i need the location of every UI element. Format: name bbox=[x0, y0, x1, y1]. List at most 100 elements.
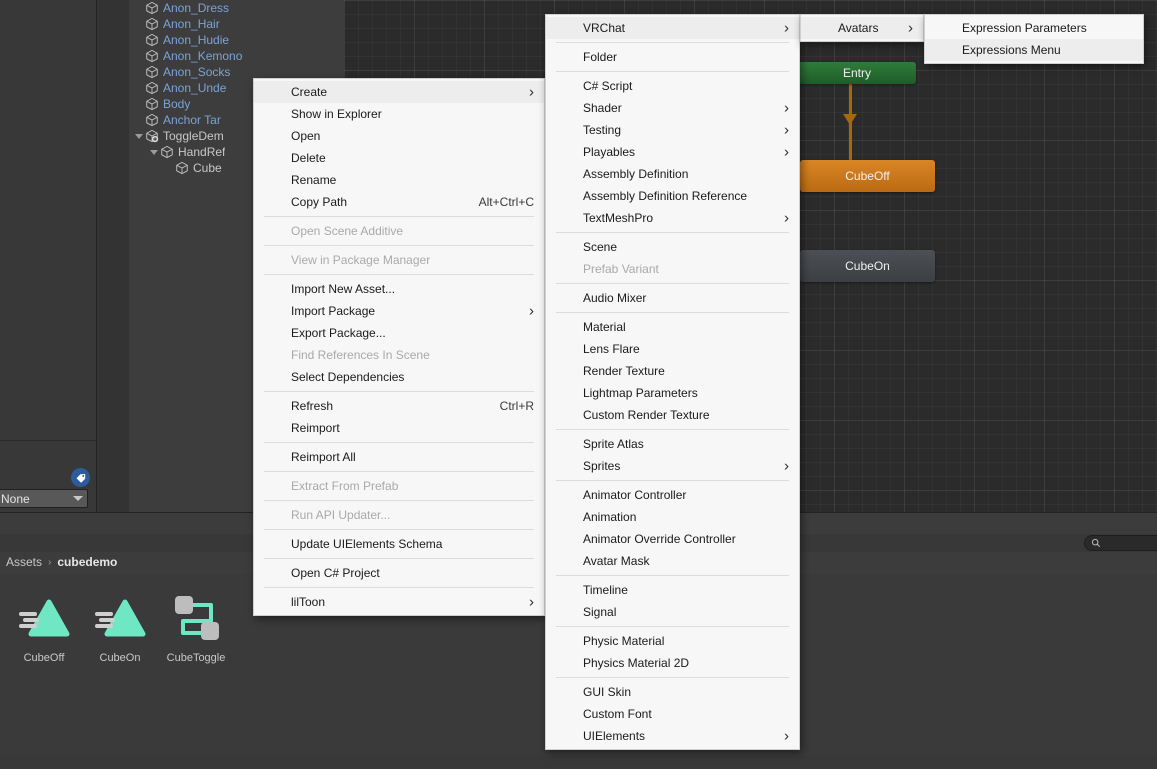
menu-item[interactable]: TextMeshPro › bbox=[546, 207, 799, 229]
menu-item[interactable]: Playables › bbox=[546, 141, 799, 163]
cube-icon bbox=[145, 33, 159, 47]
menu-separator bbox=[556, 42, 789, 43]
menu-item[interactable]: Expression Parameters bbox=[925, 17, 1143, 39]
menu-item[interactable]: Testing › bbox=[546, 119, 799, 141]
menu-item-label: Export Package... bbox=[291, 326, 386, 340]
menu-item[interactable]: Avatar Mask bbox=[546, 550, 799, 572]
hierarchy-item[interactable]: Anon_Kemono bbox=[129, 48, 344, 64]
asset-item[interactable]: CubeOn bbox=[82, 588, 158, 664]
menu-item[interactable]: Sprite Atlas bbox=[546, 433, 799, 455]
menu-item-label: GUI Skin bbox=[583, 685, 632, 699]
menu-item[interactable]: Delete bbox=[254, 147, 544, 169]
search-input[interactable] bbox=[1084, 535, 1157, 551]
context-menu-avatars[interactable]: Expression Parameters Expressions Menu bbox=[924, 14, 1144, 64]
menu-item-label: Copy Path bbox=[291, 195, 348, 209]
menu-item[interactable]: Animator Controller bbox=[546, 484, 799, 506]
asset-item[interactable]: CubeToggle bbox=[158, 588, 234, 664]
asset-label: CubeToggle bbox=[166, 652, 226, 664]
hierarchy-item-label: Anon_Socks bbox=[163, 65, 231, 79]
animation-clip-icon bbox=[15, 588, 73, 646]
menu-separator bbox=[556, 71, 789, 72]
menu-separator bbox=[264, 587, 534, 588]
context-menu-assets[interactable]: Create › Show in Explorer Open Delete Rename C… bbox=[253, 78, 545, 616]
menu-item[interactable]: Audio Mixer bbox=[546, 287, 799, 309]
menu-item[interactable]: Timeline bbox=[546, 579, 799, 601]
menu-item[interactable]: Export Package... bbox=[254, 322, 544, 344]
menu-item[interactable]: Assembly Definition Reference bbox=[546, 185, 799, 207]
menu-item[interactable]: Custom Font bbox=[546, 703, 799, 725]
foldout-spacer bbox=[133, 112, 145, 128]
menu-item-label: Playables bbox=[583, 145, 636, 159]
context-menu-create[interactable]: VRChat › Folder C# Script Shader › Testing › Pla… bbox=[545, 14, 800, 750]
chevron-right-icon: › bbox=[784, 457, 789, 475]
menu-item-label: Show in Explorer bbox=[291, 107, 382, 121]
menu-separator bbox=[264, 216, 534, 217]
menu-item[interactable]: Lightmap Parameters bbox=[546, 382, 799, 404]
context-menu-vrchat[interactable]: Avatars › bbox=[800, 14, 924, 42]
foldout-expanded-icon[interactable] bbox=[133, 128, 145, 144]
project-asset-area[interactable]: CubeOff CubeOn CubeToggle bbox=[0, 574, 253, 756]
menu-item[interactable]: lilToon › bbox=[254, 591, 544, 613]
breadcrumb[interactable]: Assets › cubedemo bbox=[6, 555, 117, 569]
breadcrumb-separator-icon: › bbox=[48, 556, 52, 568]
menu-item-label: Delete bbox=[291, 151, 326, 165]
menu-item[interactable]: Avatars › bbox=[801, 17, 923, 39]
menu-item: Run API Updater... bbox=[254, 504, 544, 526]
animator-node-cubeon[interactable]: CubeOn bbox=[800, 250, 935, 282]
menu-item[interactable]: Shader › bbox=[546, 97, 799, 119]
menu-item[interactable]: Reimport All bbox=[254, 446, 544, 468]
menu-item[interactable]: Reimport bbox=[254, 417, 544, 439]
menu-item[interactable]: Custom Render Texture bbox=[546, 404, 799, 426]
menu-item[interactable]: Folder bbox=[546, 46, 799, 68]
layer-dropdown[interactable]: None bbox=[0, 489, 88, 508]
hierarchy-item[interactable]: Anon_Hudie bbox=[129, 32, 344, 48]
menu-separator bbox=[556, 626, 789, 627]
chevron-down-icon bbox=[73, 496, 83, 501]
menu-item[interactable]: GUI Skin bbox=[546, 681, 799, 703]
menu-item[interactable]: VRChat › bbox=[546, 17, 799, 39]
menu-item-label: Run API Updater... bbox=[291, 508, 391, 522]
menu-item[interactable]: Create › bbox=[254, 81, 544, 103]
breadcrumb-root[interactable]: Assets bbox=[6, 555, 42, 569]
menu-item[interactable]: Lens Flare bbox=[546, 338, 799, 360]
menu-item[interactable]: Refresh Ctrl+R bbox=[254, 395, 544, 417]
menu-item[interactable]: C# Script bbox=[546, 75, 799, 97]
menu-item[interactable]: Open C# Project bbox=[254, 562, 544, 584]
menu-item[interactable]: Import Package › bbox=[254, 300, 544, 322]
menu-item[interactable]: Signal bbox=[546, 601, 799, 623]
animator-node-cubeoff[interactable]: CubeOff bbox=[800, 160, 935, 192]
inspector-panel[interactable]: None bbox=[0, 0, 97, 512]
menu-item[interactable]: Show in Explorer bbox=[254, 103, 544, 125]
menu-item[interactable]: Animation bbox=[546, 506, 799, 528]
menu-item[interactable]: Animator Override Controller bbox=[546, 528, 799, 550]
hierarchy-item[interactable]: Anon_Hair bbox=[129, 16, 344, 32]
menu-item[interactable]: Update UIElements Schema bbox=[254, 533, 544, 555]
menu-item-label: Folder bbox=[583, 50, 618, 64]
menu-item-label: VRChat bbox=[583, 21, 626, 35]
breadcrumb-current[interactable]: cubedemo bbox=[57, 555, 117, 569]
menu-item-label: Audio Mixer bbox=[583, 291, 647, 305]
animator-node-entry[interactable]: Entry bbox=[798, 62, 916, 84]
foldout-expanded-icon[interactable] bbox=[148, 144, 160, 160]
menu-item[interactable]: Copy Path Alt+Ctrl+C bbox=[254, 191, 544, 213]
menu-item[interactable]: Open bbox=[254, 125, 544, 147]
foldout-spacer bbox=[133, 64, 145, 80]
label-icon[interactable] bbox=[71, 468, 90, 487]
hierarchy-item-label: Body bbox=[163, 97, 191, 111]
menu-item[interactable]: Physic Material bbox=[546, 630, 799, 652]
menu-item[interactable]: Physics Material 2D bbox=[546, 652, 799, 674]
asset-item[interactable]: CubeOff bbox=[6, 588, 82, 664]
menu-item[interactable]: Material bbox=[546, 316, 799, 338]
menu-item[interactable]: Select Dependencies bbox=[254, 366, 544, 388]
chevron-right-icon: › bbox=[908, 19, 913, 37]
menu-item[interactable]: Render Texture bbox=[546, 360, 799, 382]
hierarchy-item[interactable]: Anon_Dress bbox=[129, 0, 344, 16]
menu-item[interactable]: Rename bbox=[254, 169, 544, 191]
menu-item[interactable]: Import New Asset... bbox=[254, 278, 544, 300]
menu-item[interactable]: Sprites › bbox=[546, 455, 799, 477]
menu-item[interactable]: Scene bbox=[546, 236, 799, 258]
menu-item[interactable]: Expressions Menu bbox=[925, 39, 1143, 61]
menu-item[interactable]: Assembly Definition bbox=[546, 163, 799, 185]
animation-clip-icon bbox=[91, 588, 149, 646]
menu-item[interactable]: UIElements › bbox=[546, 725, 799, 747]
